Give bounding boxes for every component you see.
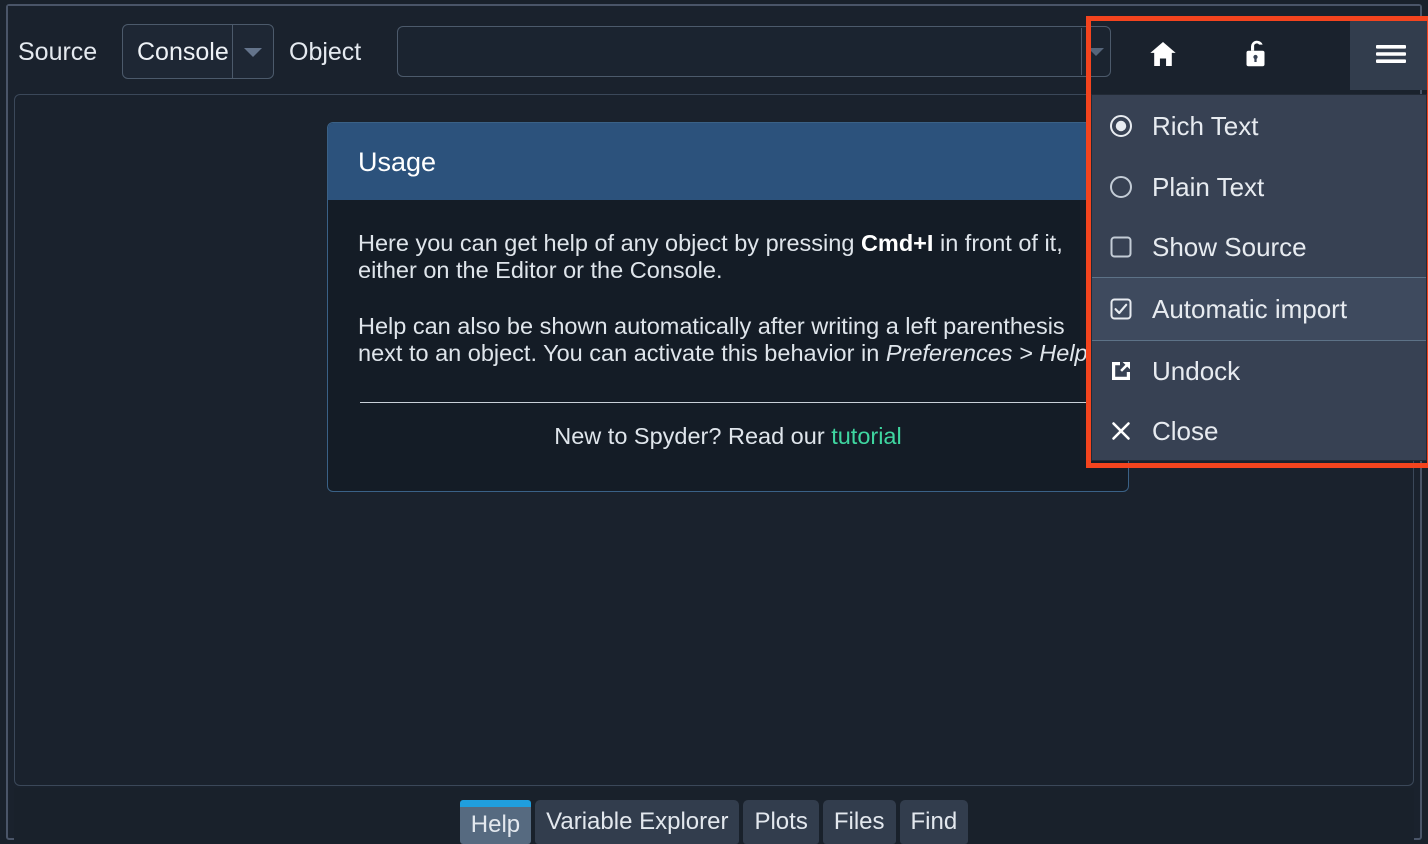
usage-panel-body: Here you can get help of any object by p… <box>328 200 1128 448</box>
close-x-icon <box>1108 418 1152 444</box>
object-search-input[interactable] <box>397 26 1111 77</box>
menu-item-label: Automatic import <box>1152 294 1348 324</box>
chevron-down-icon[interactable] <box>1088 48 1104 56</box>
checkbox-checked-icon <box>1108 296 1152 322</box>
tab-help[interactable]: Help <box>459 800 532 844</box>
menu-item-label: Rich Text <box>1152 111 1259 141</box>
tutorial-link[interactable]: tutorial <box>831 423 902 449</box>
tab-label: Plots <box>754 808 808 835</box>
usage-footer-text: New to Spyder? Read our <box>554 422 832 449</box>
help-toolbar: Source Console Object <box>8 6 1428 90</box>
tab-find[interactable]: Find <box>899 800 969 844</box>
unlock-icon <box>1242 36 1272 72</box>
tab-label: Help <box>470 810 521 838</box>
usage-title: Usage <box>358 147 437 177</box>
radio-selected-icon <box>1108 113 1152 139</box>
usage-panel-header: Usage <box>328 123 1128 200</box>
hamburger-menu-icon <box>1374 41 1408 67</box>
usage-footer: New to Spyder? Read our tutorial <box>358 422 1098 449</box>
menu-item-close[interactable]: Close <box>1092 401 1426 461</box>
usage-paragraph-1: Here you can get help of any object by p… <box>358 200 1098 285</box>
menu-item-show-source[interactable]: Show Source <box>1092 217 1426 277</box>
source-combo[interactable]: Console <box>122 24 274 79</box>
tab-label: Variable Explorer <box>546 808 729 835</box>
tab-label: Files <box>833 808 885 835</box>
menu-item-label: Close <box>1152 416 1219 446</box>
checkbox-unchecked-icon <box>1108 234 1152 260</box>
object-label: Object <box>289 38 362 66</box>
home-button[interactable] <box>1122 18 1204 90</box>
window-frame: Source Console Object Usage Here you can… <box>6 4 1428 844</box>
usage-p1-shortcut: Cmd+I <box>860 230 934 256</box>
usage-p2-emphasis: Preferences > Help <box>885 340 1088 367</box>
menu-item-automatic-import[interactable]: Automatic import <box>1092 278 1426 340</box>
tab-label: Find <box>910 808 958 835</box>
source-combo-divider <box>232 25 233 78</box>
menu-item-undock[interactable]: Undock <box>1092 341 1426 401</box>
tab-variable-explorer[interactable]: Variable Explorer <box>535 800 740 844</box>
menu-item-plain-text[interactable]: Plain Text <box>1092 157 1426 217</box>
usage-panel: Usage Here you can get help of any objec… <box>327 122 1129 492</box>
options-dropdown-menu[interactable]: Rich Text Plain Text Show Source Automat… <box>1091 94 1427 461</box>
source-label: Source <box>18 38 98 66</box>
usage-p1-before: Here you can get help of any object by p… <box>358 230 861 256</box>
usage-divider <box>360 401 1096 403</box>
usage-paragraph-2: Help can also be shown automatically aft… <box>358 285 1098 368</box>
menu-item-rich-text[interactable]: Rich Text <box>1092 95 1426 157</box>
external-link-icon <box>1108 358 1152 384</box>
spyder-help-pane: Source Console Object Usage Here you can… <box>0 0 1428 844</box>
radio-unselected-icon <box>1108 174 1152 200</box>
tab-plots[interactable]: Plots <box>743 800 819 844</box>
tab-files[interactable]: Files <box>822 800 896 844</box>
home-icon <box>1146 38 1180 70</box>
chevron-down-icon[interactable] <box>244 48 262 57</box>
menu-item-label: Undock <box>1152 356 1241 386</box>
menu-item-label: Plain Text <box>1152 172 1265 202</box>
source-combo-value: Console <box>137 38 229 66</box>
menu-item-label: Show Source <box>1152 232 1307 262</box>
object-field-divider <box>1081 28 1082 75</box>
lock-button[interactable] <box>1216 18 1298 90</box>
pane-tabbar: Help Variable Explorer Plots Files Find <box>14 788 1414 844</box>
options-menu-button[interactable] <box>1350 18 1428 90</box>
